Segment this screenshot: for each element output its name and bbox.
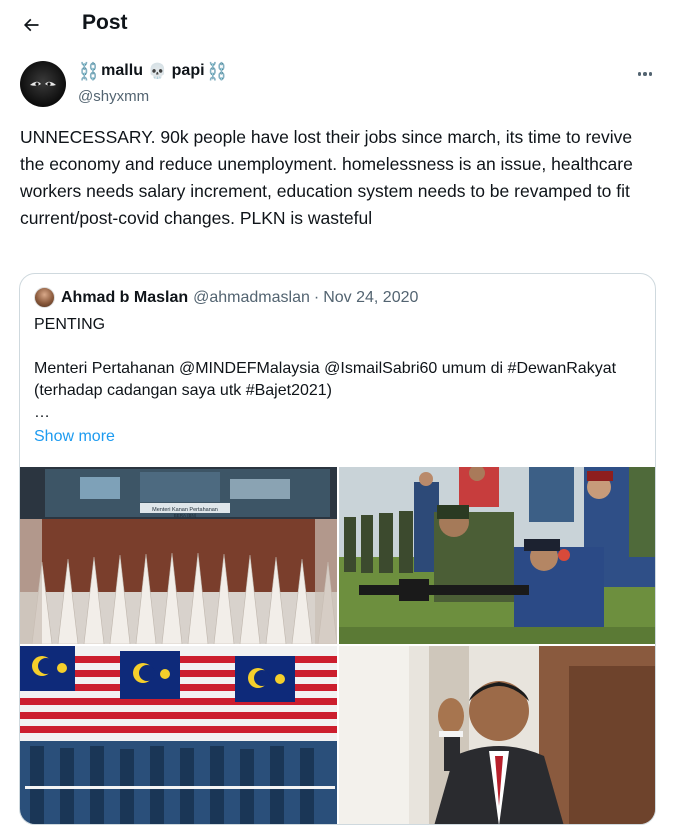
post-text: UNNECESSARY. 90k people have lost their … <box>20 127 633 228</box>
arrow-left-icon <box>23 18 39 32</box>
screen-caption-line-2: BERA (BN) <box>174 513 197 518</box>
parliament-photo[interactable]: Menteri Kanan Pertahanan BERA (BN) <box>20 467 337 644</box>
page-title: Post <box>82 11 128 34</box>
avatar[interactable] <box>20 61 66 107</box>
author-handle[interactable]: @shyxmm <box>78 88 149 105</box>
quoted-post[interactable]: Ahmad b Maslan @ahmadmaslan · Nov 24, 20… <box>19 273 656 825</box>
quoted-author-name: Ahmad b Maslan <box>61 288 189 306</box>
author-name[interactable]: ⛓️ mallu 💀 papi ⛓️ <box>78 62 228 80</box>
author-name-part-1: mallu <box>101 62 143 79</box>
meta-separator: · <box>313 288 320 306</box>
quoted-post-text: PENTING Menteri Pertahanan @MINDEFMalays… <box>34 316 617 421</box>
author-name-part-2: papi <box>171 62 205 79</box>
flag-parade-image <box>20 646 337 824</box>
avatar-image <box>30 81 56 86</box>
quoted-post-date: Nov 24, 2020 <box>323 288 419 306</box>
more-horizontal-icon <box>643 72 647 76</box>
parliament-image: Menteri Kanan Pertahanan BERA (BN) <box>20 467 337 644</box>
quoted-avatar <box>34 287 55 308</box>
more-options-button[interactable] <box>630 63 660 85</box>
show-more-link[interactable]: Show more <box>34 428 115 446</box>
politician-waving-photo[interactable] <box>339 646 655 824</box>
flag-parade-photo[interactable] <box>20 646 337 824</box>
chain-emoji-icon: ⛓️ <box>206 61 228 81</box>
back-button[interactable] <box>14 8 48 42</box>
more-horizontal-icon <box>637 72 642 76</box>
cadets-rifle-photo[interactable] <box>339 467 655 644</box>
skull-emoji-icon: 💀 <box>147 62 167 80</box>
cadets-image <box>339 467 655 644</box>
more-horizontal-icon <box>648 72 653 76</box>
politician-image <box>339 646 655 824</box>
chain-emoji-icon: ⛓️ <box>78 61 100 81</box>
quoted-author-handle: @ahmadmaslan <box>193 288 310 306</box>
quoted-post-header: Ahmad b Maslan @ahmadmaslan · Nov 24, 20… <box>34 287 418 308</box>
media-grid: Menteri Kanan Pertahanan BERA (BN) <box>20 467 655 824</box>
top-bar: Post <box>0 0 681 50</box>
